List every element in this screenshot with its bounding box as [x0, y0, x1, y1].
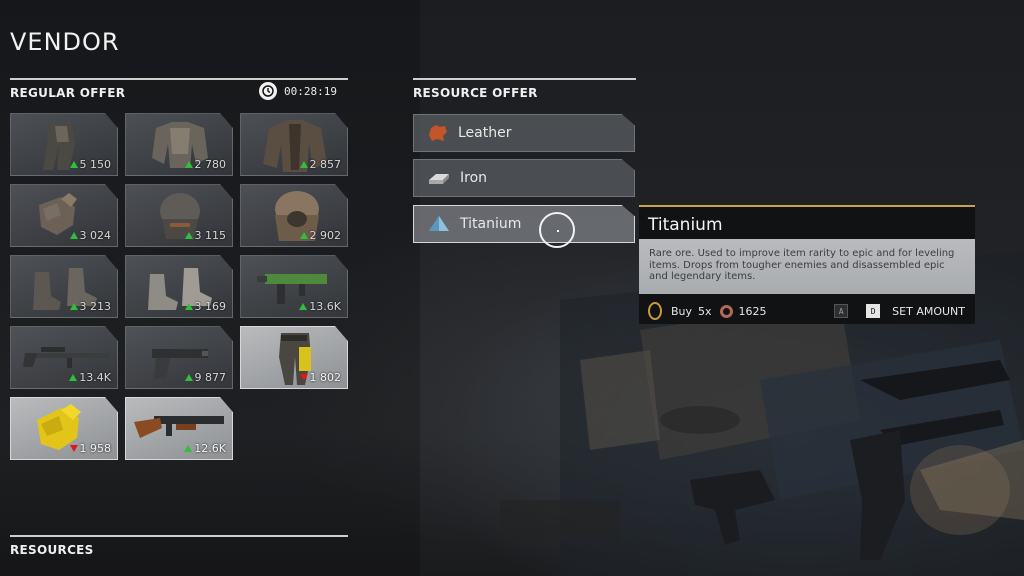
item-price: 2 902	[299, 229, 341, 242]
item-price: 3 115	[184, 229, 226, 242]
item-price: 2 857	[299, 158, 341, 171]
price-up-icon	[299, 232, 308, 239]
resource-item-leather[interactable]: Leather	[413, 114, 635, 152]
offer-item-shotgun[interactable]: 12.6K	[125, 397, 233, 460]
item-price: 5 150	[69, 158, 111, 171]
resources-label: RESOURCES	[10, 543, 94, 557]
offer-item-pistol[interactable]: 9 877	[125, 326, 233, 389]
resource-item-iron[interactable]: Iron	[413, 159, 635, 197]
regular-offer-label: REGULAR OFFER	[10, 86, 126, 100]
price-up-icon	[69, 232, 78, 239]
titanium-crystal-icon	[429, 216, 449, 231]
buy-cost: 1625	[738, 304, 767, 318]
resources-divider	[10, 535, 348, 537]
item-price: 2 780	[184, 158, 226, 171]
offer-item-hood[interactable]: 2 902	[240, 184, 348, 247]
buy-label[interactable]: Buy	[671, 305, 692, 318]
offer-item-boots-light[interactable]: 3 169	[125, 255, 233, 318]
tooltip-footer: Buy 5x 1625 A D SET AMOUNT	[639, 296, 975, 326]
offer-item-legs-armor[interactable]: 5 150	[10, 113, 118, 176]
offer-timer: 00:28:19	[259, 82, 337, 100]
key-a-icon[interactable]: A	[834, 304, 849, 318]
price-down-icon	[69, 445, 78, 452]
leather-icon	[429, 125, 447, 141]
price-up-icon	[184, 161, 193, 168]
price-up-icon	[184, 303, 193, 310]
page-title: VENDOR	[10, 28, 120, 56]
tooltip-title: Titanium	[648, 215, 723, 235]
price-up-icon	[299, 303, 308, 310]
price-up-icon	[69, 303, 78, 310]
resource-offer-label: RESOURCE OFFER	[413, 86, 538, 100]
regular-offer-divider	[10, 78, 348, 80]
price-down-icon	[299, 374, 308, 381]
price-up-icon	[184, 445, 193, 452]
offer-item-green-smg[interactable]: 13.6K	[240, 255, 348, 318]
resource-tooltip: Titanium Rare ore. Used to improve item …	[639, 205, 975, 324]
item-price: 1 958	[69, 442, 111, 455]
resource-item-titanium[interactable]: Titanium	[413, 205, 635, 243]
offer-item-glove[interactable]: 3 024	[10, 184, 118, 247]
offer-item-boots[interactable]: 3 213	[10, 255, 118, 318]
item-price: 13.4K	[69, 371, 111, 384]
item-price: 3 213	[69, 300, 111, 313]
item-price: 12.6K	[184, 442, 226, 455]
offer-item-chest-armor[interactable]: 2 780	[125, 113, 233, 176]
regular-offer-grid: 5 150 2 780 2 857 3 024 3 115 2 902 3 21…	[10, 113, 348, 460]
price-up-icon	[69, 161, 78, 168]
iron-ingot-icon	[429, 174, 449, 184]
offer-item-yellow-pants[interactable]: 1 802	[240, 326, 348, 389]
timer-value: 00:28:19	[284, 84, 337, 98]
item-price: 1 802	[299, 371, 341, 384]
item-price: 13.6K	[299, 300, 341, 313]
price-up-icon	[299, 161, 308, 168]
buy-quantity: 5x	[698, 304, 712, 318]
clock-icon	[259, 82, 277, 100]
item-price: 3 169	[184, 300, 226, 313]
key-d-icon[interactable]: D	[866, 304, 881, 318]
coin-icon	[648, 302, 662, 320]
set-amount-label[interactable]: SET AMOUNT	[892, 305, 965, 318]
offer-item-yellow-glove[interactable]: 1 958	[10, 397, 118, 460]
resource-label: Titanium	[460, 216, 522, 232]
currency-gear-icon	[719, 304, 733, 318]
cursor-dot	[557, 230, 559, 232]
price-up-icon	[69, 374, 78, 381]
resource-offer-divider	[413, 78, 636, 80]
offer-item-coat[interactable]: 2 857	[240, 113, 348, 176]
offer-item-helmet[interactable]: 3 115	[125, 184, 233, 247]
item-price: 9 877	[184, 371, 226, 384]
tooltip-description: Rare ore. Used to improve item rarity to…	[639, 239, 975, 294]
price-up-icon	[184, 232, 193, 239]
resource-label: Iron	[460, 170, 488, 186]
price-up-icon	[184, 374, 193, 381]
item-price: 3 024	[69, 229, 111, 242]
resource-label: Leather	[458, 125, 512, 141]
offer-item-sniper-rifle[interactable]: 13.4K	[10, 326, 118, 389]
